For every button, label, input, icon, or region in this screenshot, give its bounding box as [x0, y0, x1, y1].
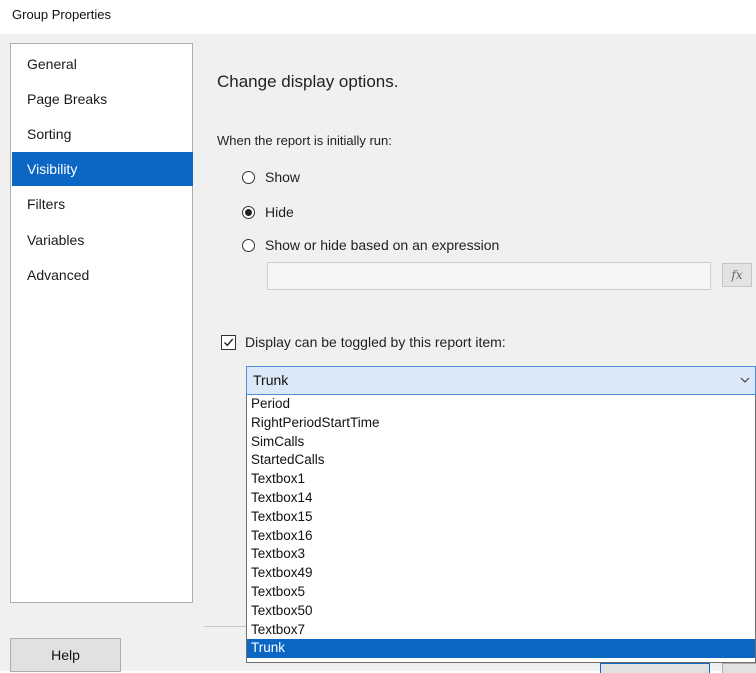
- ok-button[interactable]: [600, 663, 710, 673]
- radio-show[interactable]: Show: [242, 166, 300, 188]
- cancel-button[interactable]: [722, 663, 756, 673]
- report-item-select[interactable]: Trunk: [246, 366, 756, 395]
- sidebar-item-visibility[interactable]: Visibility: [12, 152, 193, 186]
- radio-expression[interactable]: Show or hide based on an expression: [242, 234, 499, 256]
- fx-button[interactable]: fx: [722, 263, 752, 287]
- report-item-dropdown-list[interactable]: Period RightPeriodStartTime SimCalls Starte…: [246, 395, 756, 663]
- dropdown-option[interactable]: Textbox50: [247, 602, 755, 621]
- radio-expression-indicator[interactable]: [242, 238, 255, 252]
- radio-show-indicator[interactable]: [242, 170, 255, 184]
- radio-hide-indicator[interactable]: [242, 205, 255, 219]
- dropdown-option[interactable]: StartedCalls: [247, 451, 755, 470]
- dropdown-option[interactable]: Textbox1: [247, 470, 755, 489]
- dropdown-option[interactable]: Textbox3: [247, 545, 755, 564]
- sidebar-item-variables[interactable]: Variables: [12, 223, 193, 257]
- dropdown-option[interactable]: Period: [247, 395, 755, 414]
- sidebar-item-filters[interactable]: Filters: [12, 187, 193, 221]
- dropdown-option[interactable]: SimCalls: [247, 433, 755, 452]
- sidebar-item-page-breaks[interactable]: Page Breaks: [12, 82, 193, 116]
- dropdown-option[interactable]: Textbox15: [247, 508, 755, 527]
- dropdown-option[interactable]: Textbox16: [247, 527, 755, 546]
- chevron-down-icon: [740, 377, 750, 383]
- radio-hide[interactable]: Hide: [242, 201, 294, 223]
- dropdown-option[interactable]: RightPeriodStartTime: [247, 414, 755, 433]
- sidebar-item-advanced[interactable]: Advanced: [12, 258, 193, 292]
- toggle-checkbox-label: Display can be toggled by this report it…: [245, 334, 506, 350]
- window-title: Group Properties: [12, 7, 111, 22]
- dropdown-option[interactable]: Textbox5: [247, 583, 755, 602]
- dropdown-option[interactable]: Textbox7: [247, 621, 755, 640]
- radio-show-label: Show: [265, 169, 301, 185]
- sidebar-item-general[interactable]: General: [12, 47, 193, 81]
- fx-icon: fx: [731, 268, 743, 282]
- toggle-checkbox-row[interactable]: Display can be toggled by this report it…: [221, 332, 506, 352]
- checkmark-icon: [224, 338, 234, 346]
- dropdown-option[interactable]: Trunk: [247, 639, 755, 659]
- help-button[interactable]: Help: [10, 638, 121, 672]
- sidebar: General Page Breaks Sorting Visibility F…: [10, 43, 193, 603]
- dropdown-option[interactable]: Textbox49: [247, 564, 755, 583]
- radio-expression-label: Show or hide based on an expression: [265, 237, 500, 253]
- divider: [204, 626, 246, 627]
- dropdown-option[interactable]: Textbox14: [247, 489, 755, 508]
- toggle-checkbox[interactable]: [221, 334, 236, 350]
- radio-hide-label: Hide: [265, 204, 294, 220]
- initial-run-label: When the report is initially run:: [217, 133, 392, 148]
- page-heading: Change display options.: [217, 72, 399, 91]
- expression-input[interactable]: [267, 262, 711, 290]
- sidebar-item-sorting[interactable]: Sorting: [12, 117, 193, 151]
- report-item-select-value: Trunk: [253, 372, 289, 388]
